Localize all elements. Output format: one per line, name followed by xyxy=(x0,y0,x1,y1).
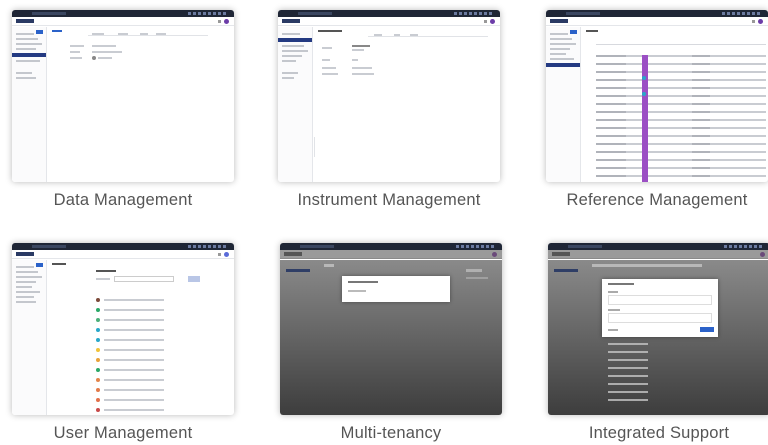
app-logo xyxy=(16,252,34,256)
app-logo xyxy=(282,19,300,23)
sidebar-badge xyxy=(570,30,577,34)
caption-instrument-management: Instrument Management xyxy=(297,191,481,209)
app-logo xyxy=(550,19,568,23)
caption-data-management: Data Management xyxy=(53,191,193,209)
screenshot-user-management[interactable] xyxy=(12,243,234,415)
data-detail-panel xyxy=(48,27,234,182)
app-top-bar xyxy=(12,10,234,17)
caption-multi-tenancy: Multi-tenancy xyxy=(340,424,442,442)
avatar xyxy=(224,19,229,24)
sidebar xyxy=(546,27,581,182)
avatar xyxy=(492,252,497,257)
notification-icon xyxy=(218,20,221,23)
caption-reference-management: Reference Management xyxy=(566,191,748,209)
screenshot-instrument-management[interactable] xyxy=(278,10,500,182)
instrument-detail-panel xyxy=(314,27,500,182)
app-logo xyxy=(16,19,34,23)
caption-integrated-support: Integrated Support xyxy=(588,424,730,442)
sidebar xyxy=(12,260,47,415)
avatar xyxy=(490,19,495,24)
screenshot-integrated-support[interactable] xyxy=(548,243,768,415)
screenshot-multi-tenancy[interactable] xyxy=(280,243,502,415)
app-header xyxy=(12,17,234,26)
avatar xyxy=(758,19,763,24)
avatar xyxy=(224,252,229,257)
sidebar-badge xyxy=(36,30,43,34)
sidebar xyxy=(12,27,47,182)
sidebar-badge xyxy=(36,263,43,267)
user-list xyxy=(48,260,234,415)
support-request-dialog[interactable] xyxy=(602,279,718,337)
screenshot-reference-management[interactable] xyxy=(546,10,768,182)
caption-user-management: User Management xyxy=(53,424,193,442)
tenant-select-dialog[interactable] xyxy=(342,276,450,302)
sidebar xyxy=(278,27,313,182)
reference-table xyxy=(582,27,768,182)
avatar xyxy=(760,252,765,257)
screenshot-data-management[interactable] xyxy=(12,10,234,182)
